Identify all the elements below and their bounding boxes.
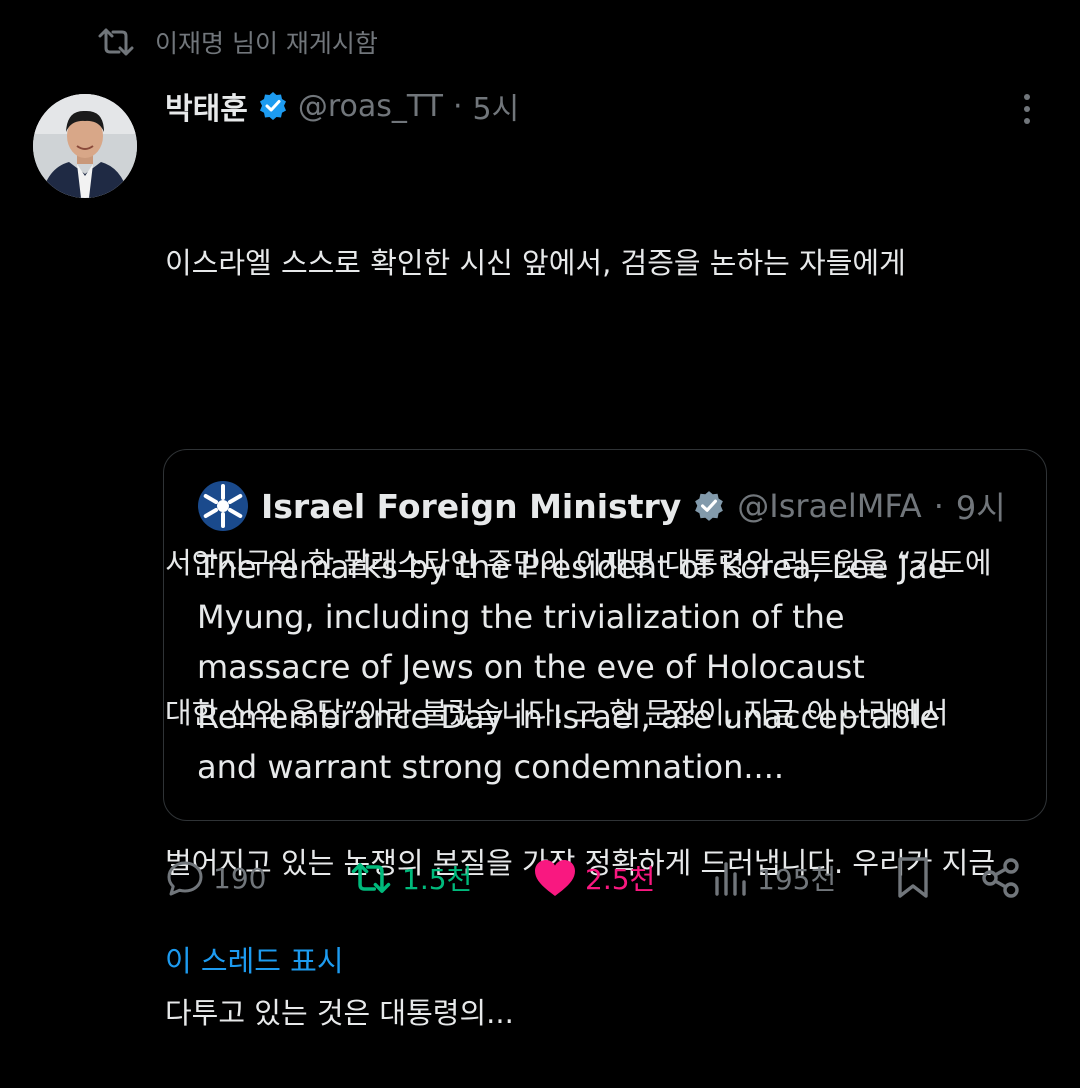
bookmark-button[interactable]	[895, 850, 931, 906]
views-button[interactable]: 195천	[713, 850, 836, 906]
avatar[interactable]	[33, 94, 137, 198]
retweet-button[interactable]: 1.5천	[348, 850, 472, 906]
quoted-author-name: Israel Foreign Ministry	[261, 486, 682, 526]
retweet-icon	[98, 28, 134, 56]
quoted-line: Myung, including the trivialization of t…	[197, 598, 845, 636]
retweet-context-text: 이재명 님이 재게시함	[155, 29, 378, 58]
reply-icon	[167, 861, 203, 896]
quoted-line: Remembrance Day in Israel, are unaccepta…	[197, 698, 940, 736]
quoted-line: The remarks by the President of Korea, L…	[197, 548, 948, 586]
quoted-separator-dot: ·	[933, 487, 944, 525]
quoted-line: massacre of Jews on the eve of Holocaust	[197, 648, 865, 686]
tweet-line: 다투고 있는 것은 대통령의...	[165, 996, 514, 1030]
verified-badge-icon	[259, 92, 286, 120]
show-thread-link[interactable]: 이 스레드 표시	[165, 938, 344, 980]
gray-verified-badge-icon	[695, 491, 724, 521]
views-count: 195천	[757, 863, 837, 896]
quoted-tweet-header: Israel Foreign Ministry @IsraelMFA · 9시	[197, 480, 1006, 532]
retweet-context: 이재명 님이 재게시함	[95, 24, 378, 60]
avatar-photo	[33, 94, 137, 198]
like-count: 2.5천	[585, 863, 656, 896]
like-button[interactable]: 2.5천	[533, 850, 655, 906]
share-icon	[982, 858, 1019, 898]
quoted-tweet-body: The remarks by the President of Korea, L…	[197, 542, 1017, 792]
separator-dot: ·	[452, 88, 463, 124]
quoted-author-handle: @IsraelMFA	[737, 487, 922, 525]
retweet-count: 1.5천	[402, 863, 473, 896]
bookmark-icon	[898, 857, 928, 898]
views-chart-icon	[715, 862, 746, 896]
tweet-header: 박태훈 @roas_TT · 5시	[165, 84, 519, 128]
heart-icon	[535, 860, 575, 896]
tweet-time[interactable]: 5시	[473, 84, 520, 128]
quoted-line: and warrant strong condemnation....	[197, 748, 785, 786]
action-bar: 190 1.5천 2.5천 195천	[165, 850, 1045, 906]
author-handle[interactable]: @roas_TT	[298, 89, 443, 124]
author-name[interactable]: 박태훈	[165, 84, 248, 128]
share-button[interactable]	[980, 850, 1022, 906]
quoted-tweet-time: 9시	[955, 489, 1006, 527]
reply-count: 190	[213, 861, 267, 895]
reply-button[interactable]: 190	[165, 850, 266, 906]
retweet-icon	[351, 863, 391, 893]
tweet-line	[165, 388, 1055, 438]
israel-mfa-logo-icon	[198, 481, 248, 531]
more-options-icon[interactable]	[1010, 92, 1044, 126]
tweet-line: 이스라엘 스스로 확인한 시신 앞에서, 검증을 논하는 자들에게	[165, 246, 906, 280]
